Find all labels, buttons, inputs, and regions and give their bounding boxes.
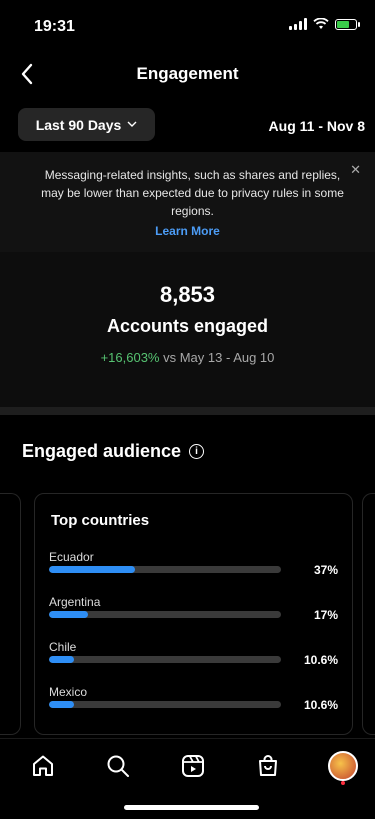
- page-title: Engagement: [136, 64, 239, 83]
- section-divider: [0, 407, 375, 415]
- date-range-dropdown[interactable]: Last 90 Days: [18, 108, 155, 141]
- comparison-text: +16,603% vs May 13 - Aug 10: [0, 350, 375, 365]
- date-range-text: Aug 11 - Nov 8: [268, 118, 365, 134]
- engagement-summary: 8,853 Accounts engaged +16,603% vs May 1…: [0, 252, 375, 407]
- privacy-notice: Messaging-related insights, such as shar…: [0, 152, 375, 252]
- country-name: Mexico: [49, 685, 88, 699]
- date-range-label: Last 90 Days: [35, 116, 122, 133]
- country-row: Argentina 17%: [49, 595, 338, 635]
- battery-icon: [335, 18, 360, 30]
- engaged-audience-title: Engaged audience: [22, 441, 182, 461]
- country-bar-fill: [49, 611, 89, 618]
- country-percent: 10.6%: [303, 698, 338, 712]
- accounts-engaged-count: 8,853: [159, 282, 216, 307]
- country-bar-fill: [49, 701, 74, 708]
- chevron-down-icon: [127, 121, 137, 127]
- change-percent: +16,603%: [100, 350, 160, 365]
- next-card-edge[interactable]: [362, 493, 375, 735]
- country-percent: 10.6%: [303, 653, 338, 667]
- top-countries-card: Top countries Ecuador 37% Argentina 17% …: [34, 493, 353, 735]
- country-bar-track: [49, 611, 281, 618]
- status-bar: 19:31: [0, 0, 375, 50]
- notification-dot: [341, 781, 345, 785]
- tab-home[interactable]: [30, 753, 58, 781]
- country-percent: 37%: [313, 563, 338, 577]
- country-bar-fill: [49, 656, 74, 663]
- country-name: Ecuador: [49, 550, 94, 564]
- home-icon: [33, 755, 53, 776]
- info-icon[interactable]: i: [189, 444, 205, 459]
- search-icon: [107, 755, 129, 777]
- card-title: Top countries: [51, 512, 150, 529]
- reels-icon: [182, 755, 204, 777]
- home-indicator: [124, 805, 259, 810]
- country-bar-track: [49, 656, 281, 663]
- country-bar-track: [49, 701, 281, 708]
- country-row: Mexico 10.6%: [49, 685, 338, 725]
- status-icons: [289, 18, 360, 30]
- country-name: Chile: [49, 640, 77, 654]
- country-row: Chile 10.6%: [49, 640, 338, 680]
- country-bar-fill: [49, 566, 135, 573]
- country-bar-track: [49, 566, 281, 573]
- tab-shop[interactable]: [255, 753, 283, 781]
- profile-avatar[interactable]: [328, 751, 358, 781]
- country-name: Argentina: [49, 595, 101, 609]
- section-title: Engaged audience i: [22, 441, 205, 462]
- country-percent: 17%: [313, 608, 338, 622]
- close-icon[interactable]: ✕: [350, 162, 361, 178]
- accounts-engaged-label: Accounts engaged: [106, 316, 269, 336]
- signal-icon: [289, 18, 307, 30]
- wifi-icon: [313, 18, 329, 29]
- comparison-period: vs May 13 - Aug 10: [159, 350, 275, 365]
- previous-card-edge[interactable]: [0, 493, 21, 735]
- shop-icon: [259, 755, 277, 776]
- learn-more-link[interactable]: Learn More: [0, 224, 375, 238]
- tab-reels[interactable]: [180, 753, 208, 781]
- nav-header: Engagement: [0, 52, 375, 96]
- tab-search[interactable]: [105, 753, 133, 781]
- country-row: Ecuador 37%: [49, 550, 338, 590]
- status-time: 19:31: [34, 18, 75, 35]
- notice-text: Messaging-related insights, such as shar…: [41, 168, 344, 218]
